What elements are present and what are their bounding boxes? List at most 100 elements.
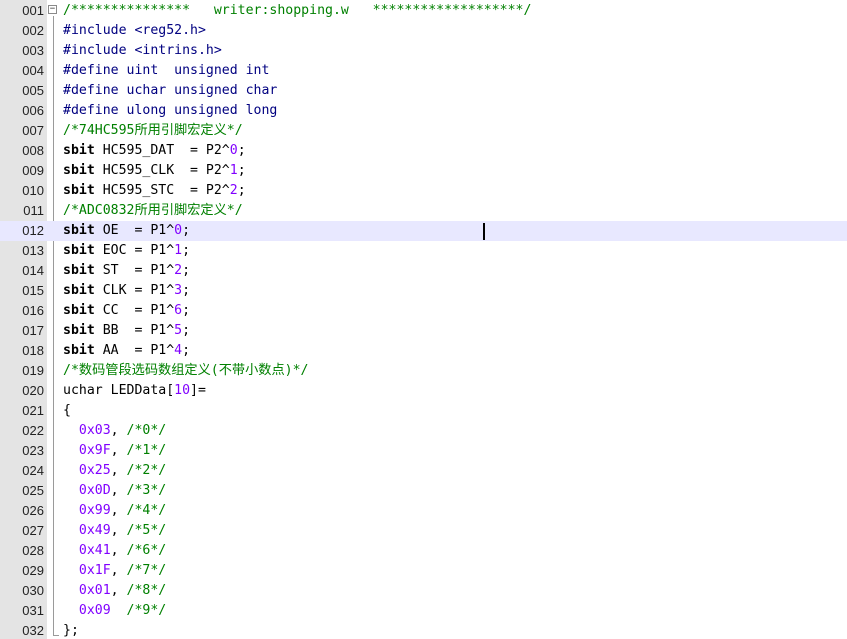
code-line[interactable]: 021 { — [0, 401, 847, 421]
code-token-pre: #include <intrins.h> — [63, 43, 222, 58]
code-token-kw: sbit — [63, 243, 95, 258]
code-line[interactable]: 013 sbit EOC = P1^1; — [0, 241, 847, 261]
code-token-pre: #include <reg52.h> — [63, 23, 206, 38]
code-token-number: 0x09 — [78, 603, 111, 618]
code-line[interactable]: 029 0x1F, /*7*/ — [0, 561, 847, 581]
code-line[interactable]: 007 /*74HC595所用引脚宏定义*/ — [0, 121, 847, 141]
line-number: 020 — [22, 383, 44, 398]
line-number: 027 — [22, 523, 44, 538]
code-line[interactable]: 016 sbit CC = P1^6; — [0, 301, 847, 321]
code-line[interactable]: 014 sbit ST = P1^2; — [0, 261, 847, 281]
code-token-number: 0x9F — [78, 443, 111, 458]
code-token-plain: , — [110, 423, 127, 438]
code-token-pre: #define uchar unsigned char — [63, 83, 278, 98]
code-token-comment: /*数码管段选码数组定义(不带小数点)*/ — [63, 363, 309, 378]
code-token-kw: sbit — [63, 163, 95, 178]
line-number: 019 — [22, 363, 44, 378]
line-number: 026 — [22, 503, 44, 518]
code-line[interactable]: 017 sbit BB = P1^5; — [0, 321, 847, 341]
code-line[interactable]: 030 0x01, /*8*/ — [0, 581, 847, 601]
code-token-plain: HC595_CLK = P2^ — [94, 163, 230, 178]
code-token-comment: /*************** writer:shopping.w *****… — [63, 3, 532, 18]
code-line[interactable]: 008 sbit HC595_DAT = P2^0; — [0, 141, 847, 161]
line-number: 014 — [22, 263, 44, 278]
code-token-plain: , — [110, 443, 127, 458]
line-code: #define uint unsigned int — [63, 61, 269, 81]
line-number: 029 — [22, 563, 44, 578]
code-token-number: 0x99 — [78, 503, 111, 518]
line-number: 021 — [22, 403, 44, 418]
code-line[interactable]: 031 0x09 /*9*/ — [0, 601, 847, 621]
code-line[interactable]: 028 0x41, /*6*/ — [0, 541, 847, 561]
code-token-number: 6 — [174, 303, 183, 318]
code-line[interactable]: 001 /*************** writer:shopping.w **… — [0, 1, 847, 21]
line-number: 008 — [22, 143, 44, 158]
code-line[interactable]: 006 #define ulong unsigned long — [0, 101, 847, 121]
line-number: 032 — [22, 623, 44, 638]
code-token-plain: uchar LEDData[ — [63, 383, 175, 398]
line-code: #define ulong unsigned long — [63, 101, 277, 121]
line-code: sbit CC = P1^6; — [63, 301, 190, 321]
line-code: sbit EOC = P1^1; — [63, 241, 190, 261]
code-token-number: 0x41 — [78, 543, 111, 558]
code-token-kw: sbit — [63, 143, 95, 158]
code-token-kw: sbit — [63, 223, 95, 238]
line-code: 0x41, /*6*/ — [63, 541, 166, 561]
code-line[interactable]: 009 sbit HC595_CLK = P2^1; — [0, 161, 847, 181]
code-token-plain: { — [63, 403, 71, 418]
line-code: 0x99, /*4*/ — [63, 501, 166, 521]
code-line[interactable]: 015 sbit CLK = P1^3; — [0, 281, 847, 301]
code-line[interactable]: 010 sbit HC595_STC = P2^2; — [0, 181, 847, 201]
code-line[interactable]: 012 sbit OE = P1^0; — [0, 221, 847, 241]
code-token-number: 0 — [229, 143, 238, 158]
line-code: sbit AA = P1^4; — [63, 341, 190, 361]
code-token-comment: /*5*/ — [126, 523, 167, 538]
code-line[interactable]: 024 0x25, /*2*/ — [0, 461, 847, 481]
line-code: sbit OE = P1^0; — [63, 221, 190, 241]
code-token-comment: /*6*/ — [126, 543, 167, 558]
code-line[interactable]: 003 #include <intrins.h> — [0, 41, 847, 61]
code-token-plain: ; — [182, 263, 191, 278]
line-number: 022 — [22, 423, 44, 438]
code-line[interactable]: 011 /*ADC0832所用引脚宏定义*/ — [0, 201, 847, 221]
code-token-plain: , — [110, 543, 127, 558]
line-number: 025 — [22, 483, 44, 498]
code-line[interactable]: 002 #include <reg52.h> — [0, 21, 847, 41]
code-line[interactable]: 020 uchar LEDData[10]= — [0, 381, 847, 401]
code-token-comment: /*4*/ — [126, 503, 167, 518]
code-token-comment: /*8*/ — [126, 583, 167, 598]
code-line[interactable]: 005 #define uchar unsigned char — [0, 81, 847, 101]
code-line[interactable]: 022 0x03, /*0*/ — [0, 421, 847, 441]
code-line[interactable]: 019 /*数码管段选码数组定义(不带小数点)*/ — [0, 361, 847, 381]
code-line[interactable]: 032}; — [0, 621, 847, 639]
line-number: 012 — [22, 223, 44, 238]
code-line[interactable]: 018 sbit AA = P1^4; — [0, 341, 847, 361]
code-token-plain: AA = P1^ — [94, 343, 175, 358]
code-token-number: 0x0D — [78, 483, 111, 498]
code-editor[interactable]: − 001/*************** writer:shopping.w … — [0, 0, 847, 639]
code-line[interactable]: 004 #define uint unsigned int — [0, 61, 847, 81]
code-line[interactable]: 025 0x0D, /*3*/ — [0, 481, 847, 501]
line-code: sbit CLK = P1^3; — [63, 281, 190, 301]
code-line[interactable]: 027 0x49, /*5*/ — [0, 521, 847, 541]
line-code: /*数码管段选码数组定义(不带小数点)*/ — [63, 361, 308, 381]
line-code: }; — [63, 621, 79, 639]
code-token-comment: /*7*/ — [126, 563, 167, 578]
code-lines[interactable]: 001/*************** writer:shopping.w **… — [0, 1, 847, 639]
code-token-plain: OE = P1^ — [94, 223, 175, 238]
line-code: #include <reg52.h> — [63, 21, 206, 41]
line-code: sbit ST = P1^2; — [63, 261, 190, 281]
code-token-pre: #define ulong unsigned long — [63, 103, 278, 118]
code-line[interactable]: 023 0x9F, /*1*/ — [0, 441, 847, 461]
line-number: 007 — [22, 123, 44, 138]
code-token-plain: CLK = P1^ — [94, 283, 175, 298]
code-token-number: 2 — [229, 183, 238, 198]
line-number: 015 — [22, 283, 44, 298]
code-line[interactable]: 026 0x99, /*4*/ — [0, 501, 847, 521]
code-token-plain: , — [110, 463, 127, 478]
code-token-kw: sbit — [63, 283, 95, 298]
code-token-plain: ; — [237, 163, 246, 178]
